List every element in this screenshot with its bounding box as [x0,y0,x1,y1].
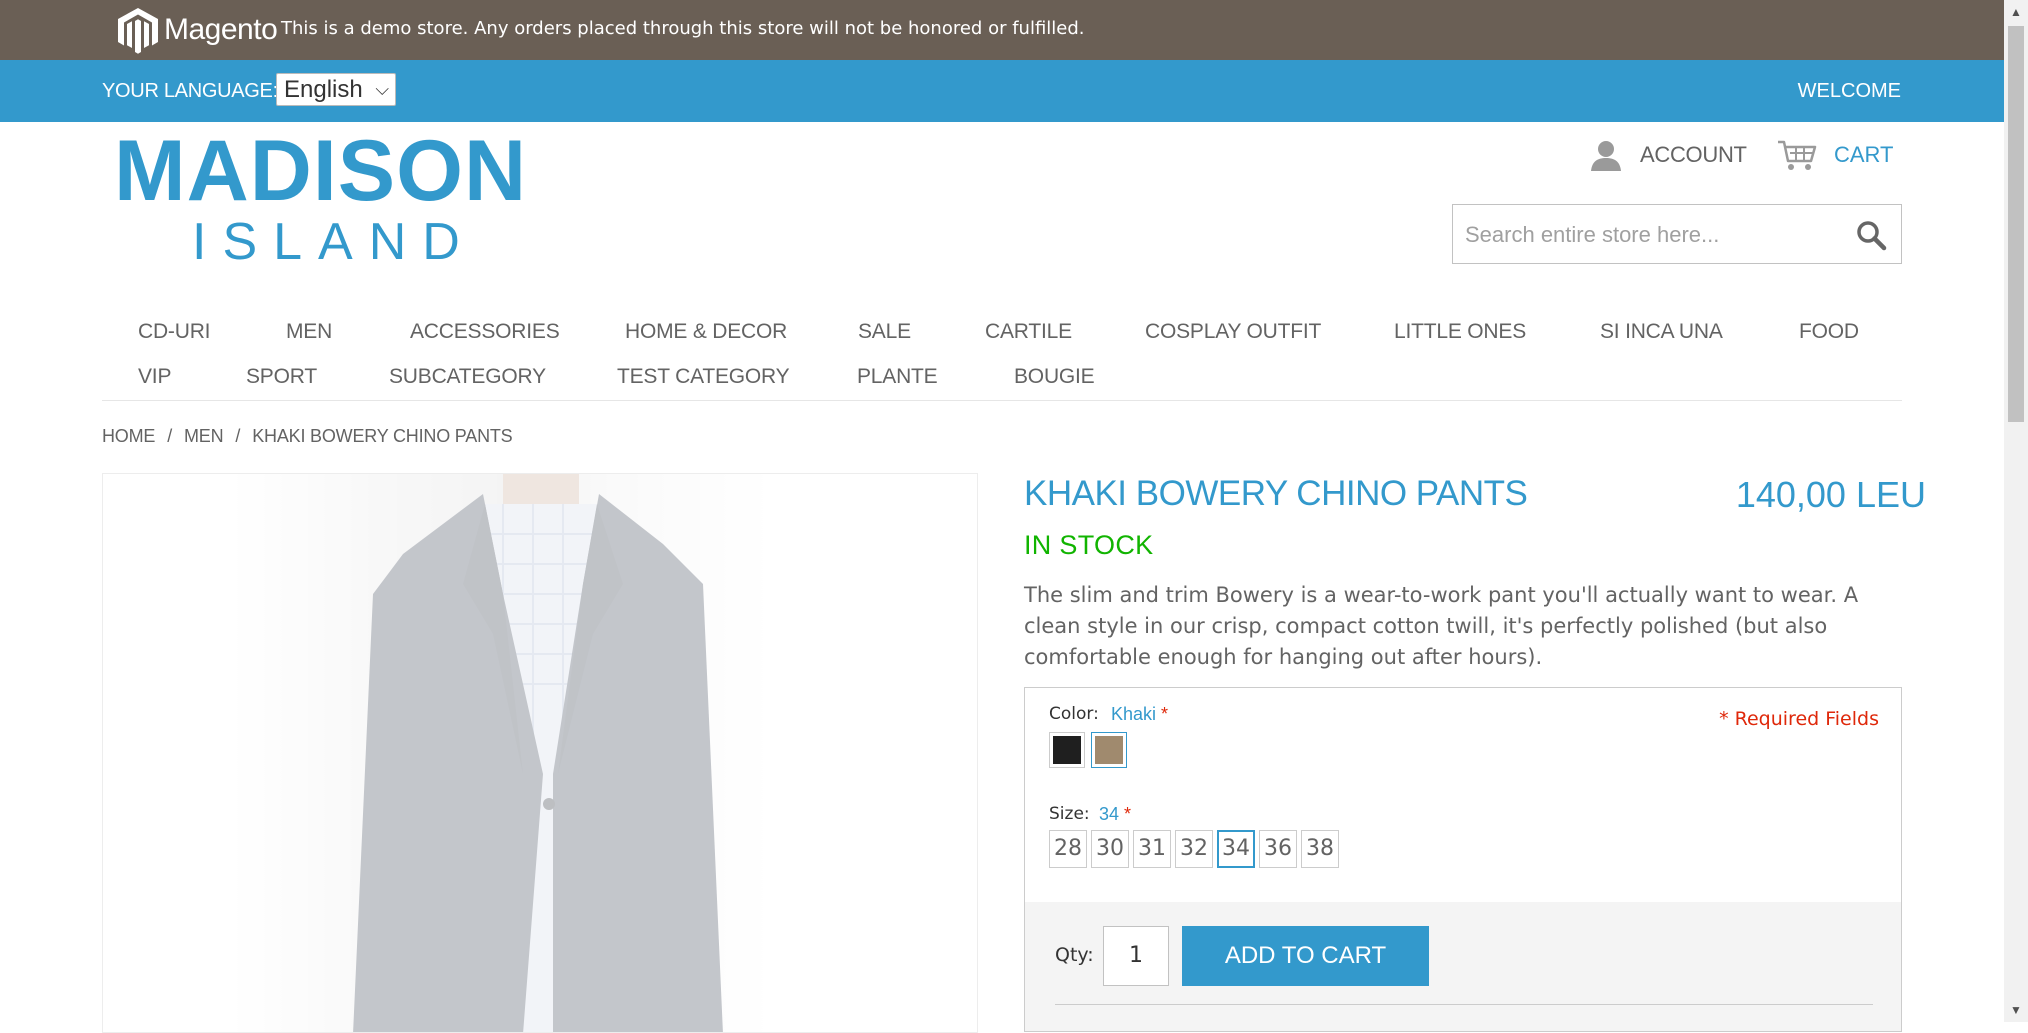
welcome-message: WELCOME [1797,80,1901,102]
product-options: Color: Khaki * * Required Fields Size: 3… [1024,687,1902,903]
scroll-up-arrow-icon[interactable]: ▲ [2004,0,2028,24]
breadcrumb-home[interactable]: HOME [102,426,155,446]
size-option-38[interactable]: 38 [1301,830,1339,868]
breadcrumb-separator: / [167,426,173,446]
size-option-34[interactable]: 34 [1217,830,1255,868]
language-select[interactable]: English ⌵ [276,73,396,106]
breadcrumb-separator: / [235,426,241,446]
language-bar: YOUR LANGUAGE: English ⌵ WELCOME [0,60,2004,122]
account-link[interactable]: ACCOUNT [1588,137,1747,173]
language-label: YOUR LANGUAGE: [102,80,278,102]
nav-divider [102,400,1902,401]
section-divider [1055,1004,1873,1005]
language-selected-value: English [284,76,363,103]
breadcrumb-current: KHAKI BOWERY CHINO PANTS [252,426,513,446]
scroll-down-arrow-icon[interactable]: ▼ [2004,998,2028,1022]
nav-item-little-ones[interactable]: LITTLE ONES [1394,320,1526,344]
nav-item-test-category[interactable]: TEST CATEGORY [617,365,790,389]
page-scrollbar[interactable]: ▲ ▼ [2004,0,2028,1022]
color-swatch-khaki[interactable] [1091,732,1127,768]
size-selected-value: 34 * [1099,804,1132,824]
color-label: Color: [1049,704,1099,724]
add-to-cart-button[interactable]: ADD TO CART [1182,926,1429,986]
breadcrumb-men[interactable]: MEN [184,426,224,446]
qty-label: Qty: [1055,944,1094,966]
product-image[interactable] [102,473,978,1033]
magento-logo: Magento [116,6,278,54]
product-name: KHAKI BOWERY CHINO PANTS [1024,474,1528,513]
image-fade-overlay [103,474,977,1032]
nav-item-si-inca-una[interactable]: SI INCA UNA [1600,320,1723,344]
swatch-fill [1053,736,1081,764]
size-option-28[interactable]: 28 [1049,830,1087,868]
nav-item-cd-uri[interactable]: CD-URI [138,320,210,344]
size-option-36[interactable]: 36 [1259,830,1297,868]
cart-icon [1778,140,1817,170]
nav-item-subcategory[interactable]: SUBCATEGORY [389,365,546,389]
cart-label: CART [1834,142,1894,167]
nav-item-cosplay-outfit[interactable]: COSPLAY OUTFIT [1145,320,1321,344]
search-box [1452,204,1902,265]
scrollbar-thumb[interactable] [2008,26,2024,422]
nav-item-vip[interactable]: VIP [138,365,171,389]
user-icon [1591,141,1621,171]
nav-item-sport[interactable]: SPORT [246,365,317,389]
swatch-fill [1095,736,1123,764]
add-to-cart-section: Qty: 1 ADD TO CART [1024,902,1902,1032]
product-price: 140,00 LEU [1735,474,1926,515]
size-option-32[interactable]: 32 [1175,830,1213,868]
search-input[interactable] [1453,205,1847,265]
breadcrumb: HOME / MEN / KHAKI BOWERY CHINO PANTS [102,426,513,447]
product-description: The slim and trim Bowery is a wear-to-wo… [1024,583,1859,669]
logo-text-bottom: ISLAND [192,213,476,271]
demo-notice-text: This is a demo store. Any orders placed … [281,18,1085,39]
qty-input[interactable]: 1 [1103,926,1169,986]
stock-status: IN STOCK [1024,530,1154,560]
search-icon[interactable] [1855,219,1887,251]
chevron-down-icon: ⌵ [375,79,389,99]
nav-item-accessories[interactable]: ACCESSORIES [410,320,560,344]
nav-item-men[interactable]: MEN [286,320,332,344]
size-option-30[interactable]: 30 [1091,830,1129,868]
color-swatch-black[interactable] [1049,732,1085,768]
logo-text-top: MADISON [114,123,528,219]
cart-link[interactable]: CART [1776,137,1894,173]
color-selected-value: Khaki * [1111,704,1169,724]
required-fields-note: * Required Fields [1719,708,1879,730]
nav-item-food[interactable]: FOOD [1799,320,1859,344]
magento-icon [118,8,158,54]
demo-notice-bar: Magento This is a demo store. Any orders… [0,0,2004,60]
store-logo[interactable]: MADISON ISLAND [114,128,534,270]
nav-item-cartile[interactable]: CARTILE [985,320,1072,344]
nav-item-sale[interactable]: SALE [858,320,911,344]
size-option-31[interactable]: 31 [1133,830,1171,868]
size-label: Size: [1049,804,1090,824]
nav-item-plante[interactable]: PLANTE [857,365,938,389]
account-label: ACCOUNT [1640,142,1747,167]
nav-item-bougie[interactable]: BOUGIE [1014,365,1095,389]
magento-wordmark: Magento [164,13,278,46]
nav-item-home-decor[interactable]: HOME & DECOR [625,320,787,344]
